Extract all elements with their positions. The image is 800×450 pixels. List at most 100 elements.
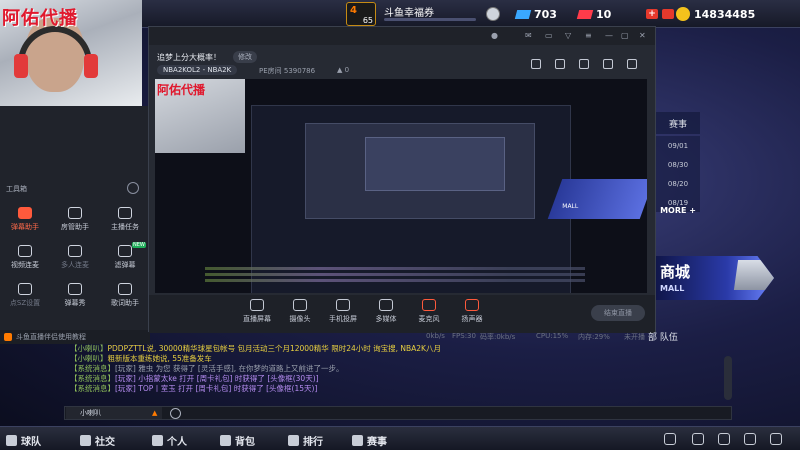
mall-card[interactable]: 商城 MALL: [656, 256, 774, 300]
nav-team[interactable]: 球队: [6, 433, 41, 448]
preview-mall-label: MALL: [562, 203, 579, 210]
level-badge[interactable]: 4 65: [346, 2, 376, 26]
source-toolbar: 直播屏幕 摄像头 手机投屏 多媒体 麦克风 扬声器: [149, 295, 655, 333]
power-icon[interactable]: [770, 433, 782, 445]
source-speaker[interactable]: 扬声器: [452, 299, 492, 324]
tutorial-link[interactable]: 斗鱼直播伴侣使用教程: [16, 332, 86, 342]
tool-admin[interactable]: 房管助手: [50, 202, 100, 236]
memory-usage: 内存:29%: [578, 333, 610, 341]
tool-video-link[interactable]: 视频连麦: [0, 240, 50, 274]
tool-show[interactable]: 弹幕秀: [50, 278, 100, 312]
chat-text: [玩家] 小指蒙太ke 打开 [周卡礼包] 时获得了 [头像框(30天)]: [115, 374, 319, 383]
blue-ticket-stat[interactable]: 703: [514, 5, 557, 23]
source-mic[interactable]: 麦克风: [409, 299, 449, 324]
shirt-icon[interactable]: ▽: [565, 31, 571, 40]
tool-lyrics[interactable]: 歌词助手: [100, 278, 150, 312]
event-title[interactable]: 斗鱼幸福券: [384, 4, 434, 19]
multi-link-icon: [68, 244, 82, 257]
tool-settings[interactable]: 点SZ设置: [0, 278, 50, 312]
show-icon: [68, 282, 82, 295]
source-label: 扬声器: [461, 315, 483, 323]
match-date[interactable]: 08/20: [656, 174, 700, 193]
video-link-icon: [18, 244, 32, 257]
room-id-label: PE房间: [259, 67, 282, 75]
source-label: 手机投屏: [329, 315, 357, 323]
lock-icon[interactable]: [579, 59, 589, 69]
tab-matches[interactable]: 赛事: [656, 112, 700, 134]
nav-social[interactable]: 社交: [80, 433, 115, 448]
close-icon[interactable]: ✕: [639, 31, 646, 40]
share-icon[interactable]: [627, 59, 637, 69]
tool-filter[interactable]: 滤弹幕 NEW: [100, 240, 150, 274]
emoji-icon[interactable]: [170, 408, 181, 419]
chat-text: PDDPZTTL说, 30000精华球星包帐号 包月活动三个月12000精华 限…: [107, 344, 441, 353]
match-icon: [352, 435, 363, 446]
help-icon[interactable]: [744, 433, 756, 445]
admin-icon: [68, 206, 82, 219]
share-screen-icon[interactable]: [531, 59, 541, 69]
team-tabs[interactable]: 部 队伍: [648, 330, 678, 343]
match-date[interactable]: 09/01: [656, 136, 700, 155]
social-icon: [80, 435, 91, 446]
end-stream-button[interactable]: 结束直播: [591, 305, 645, 321]
settings-gear-icon[interactable]: [718, 433, 730, 445]
tool-multi-link[interactable]: 多人连麦: [50, 240, 100, 274]
source-phone-cast[interactable]: 手机投屏: [323, 299, 363, 324]
settings-icon: [18, 282, 32, 295]
tool-label: 弹幕助手: [11, 222, 39, 231]
source-screen[interactable]: 直播屏幕: [237, 299, 277, 324]
tool-label: 房管助手: [61, 222, 89, 231]
blue-ticket-count: 703: [534, 7, 557, 21]
refresh-icon[interactable]: [662, 9, 674, 19]
chat-channel-tag: 【小喇叭】: [70, 344, 108, 353]
avatar-icon[interactable]: ●: [491, 31, 498, 40]
chat-channel-tag: 【系统消息】: [70, 374, 115, 383]
tool-danmaku[interactable]: 弹幕助手: [0, 202, 50, 236]
minimize-icon[interactable]: —: [605, 31, 613, 40]
source-camera[interactable]: 摄像头: [280, 299, 320, 324]
chat-channel-tag: 【小喇叭】: [70, 354, 108, 363]
event-progress-bar: [384, 18, 476, 21]
tool-panel: 工具箱 弹幕助手 房管助手 主播任务 视频连麦 多人连麦 滤弹幕 NEW 点SZ设置 弹幕秀 歌词…: [0, 106, 150, 330]
tutorial-tip-bar[interactable]: 斗鱼直播伴侣使用教程: [0, 330, 150, 344]
music-icon[interactable]: [692, 433, 704, 445]
tool-label: 多人连麦: [61, 260, 89, 269]
chat-input[interactable]: [64, 406, 732, 420]
red-ticket-icon: [576, 9, 594, 19]
filter-icon: [118, 244, 132, 257]
source-media[interactable]: 多媒体: [366, 299, 406, 324]
chat-message: 【系统消息】[玩家] 小指蒙太ke 打开 [周卡礼包] 时获得了 [头像框(30…: [70, 374, 770, 384]
net-speed: 0kb/s: [426, 332, 445, 340]
live-preview[interactable]: 阿佑代播 MALL: [155, 79, 647, 293]
facecam-overlay-text: 阿佑代播: [2, 8, 78, 29]
source-label: 麦克风: [418, 315, 440, 323]
nav-bag[interactable]: 背包: [220, 433, 255, 448]
category-selector[interactable]: NBA2KOL2 - NBA2K: [157, 65, 238, 75]
basketball-icon[interactable]: [486, 5, 500, 23]
match-date[interactable]: 08/30: [656, 155, 700, 174]
collapse-icon[interactable]: [127, 182, 139, 194]
add-plus-icon[interactable]: +: [646, 5, 674, 23]
coin-icon: [676, 7, 690, 21]
more-button[interactable]: MORE +: [656, 206, 700, 215]
nav-profile[interactable]: 个人: [152, 433, 187, 448]
chat-scrollbar[interactable]: [724, 356, 732, 400]
nav-label: 背包: [235, 437, 255, 448]
mail-icon[interactable]: ✉: [525, 31, 532, 40]
danmaku-icon: [18, 206, 32, 219]
nav-match[interactable]: 赛事: [352, 433, 387, 448]
window-icon[interactable]: ▭: [545, 31, 553, 40]
cpu-usage: CPU:15%: [536, 332, 569, 340]
edit-title-button[interactable]: 修改: [233, 51, 257, 63]
tool-task[interactable]: 主播任务: [100, 202, 150, 236]
menu-icon[interactable]: ≡: [585, 31, 592, 40]
record-icon[interactable]: [555, 59, 565, 69]
chevron-up-icon[interactable]: ▲: [152, 409, 157, 417]
channel-select[interactable]: 小喇叭: [66, 407, 162, 419]
voice-icon[interactable]: [664, 433, 676, 445]
bell-icon[interactable]: [603, 59, 613, 69]
nav-label: 排行: [303, 437, 323, 448]
red-ticket-stat[interactable]: 10: [576, 5, 611, 23]
nav-rank[interactable]: 排行: [288, 433, 323, 448]
restore-icon[interactable]: ▢: [621, 31, 629, 40]
